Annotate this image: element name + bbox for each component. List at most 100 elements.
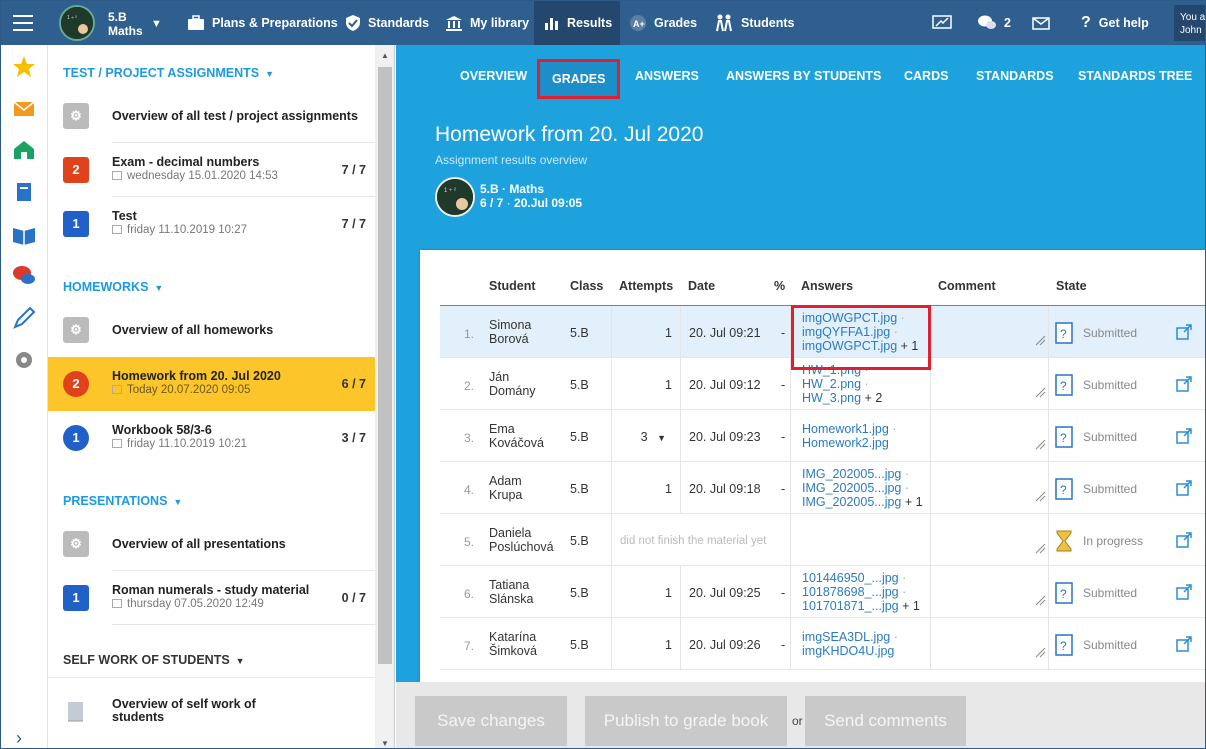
list-item[interactable]: 1 Roman numerals - study material thursd… (48, 571, 375, 625)
book-open-icon[interactable] (12, 223, 36, 247)
separator-dot: · (890, 630, 898, 644)
item-badge: 2 (63, 371, 89, 397)
answer-file-link[interactable]: HW_2.png (802, 377, 861, 391)
hamburger-menu-icon[interactable] (1, 1, 45, 45)
comment-resize-icon[interactable] (1034, 438, 1046, 450)
section-presentations[interactable]: PRESENTATIONS ▼ (63, 494, 182, 508)
answer-file-link[interactable]: imgSEA3DL.jpg (802, 630, 890, 644)
open-external-icon[interactable] (1176, 480, 1192, 496)
student-name[interactable]: Daniela Poslúchová (489, 526, 554, 554)
gear-icon[interactable] (12, 348, 36, 372)
scroll-up-icon[interactable]: ▲ (381, 51, 389, 60)
tab-standards[interactable]: STANDARDS (976, 69, 1054, 83)
notebook-icon[interactable] (12, 180, 36, 204)
nav-students[interactable]: Students (714, 1, 794, 45)
student-name[interactable]: Tatiana Slánska (489, 578, 533, 606)
comment-resize-icon[interactable] (1034, 386, 1046, 398)
overview-homeworks-item[interactable]: ⚙ Overview of all homeworks (48, 303, 375, 357)
answer-file-link[interactable]: IMG_202005...jpg (802, 467, 901, 481)
list-item[interactable]: 1 Workbook 58/3-6 friday 11.10.2019 10:2… (48, 411, 375, 465)
overview-presentations-item[interactable]: ⚙ Overview of all presentations (48, 517, 375, 571)
student-name[interactable]: Ján Domány (489, 370, 536, 398)
section-homeworks-label: HOMEWORKS (63, 280, 149, 294)
mail-button[interactable] (1032, 1, 1057, 45)
more-files-link[interactable]: + 1 (905, 495, 923, 509)
open-external-icon[interactable] (1176, 324, 1192, 340)
save-changes-button[interactable]: Save changes (415, 696, 567, 746)
table-row[interactable]: 5. Daniela Poslúchová 5.B did not finish the… (440, 514, 1205, 566)
answer-file-link[interactable]: IMG_202005...jpg (802, 481, 901, 495)
answer-file-link[interactable]: Homework2.jpg (802, 436, 889, 450)
list-item-selected[interactable]: 2 Homework from 20. Jul 2020 Today 20.07… (48, 357, 375, 411)
comment-resize-icon[interactable] (1034, 334, 1046, 346)
answer-file-link[interactable]: 101701871_...jpg (802, 599, 899, 613)
student-name[interactable]: Ema Kováčová (489, 422, 544, 450)
tab-grades[interactable]: GRADES (537, 59, 621, 99)
nav-plans[interactable]: Plans & Preparations (187, 1, 338, 45)
home-icon[interactable] (12, 138, 36, 162)
pen-icon[interactable] (12, 306, 36, 330)
student-name[interactable]: Simona Borová (489, 318, 531, 346)
tab-overview[interactable]: OVERVIEW (460, 69, 527, 83)
list-item[interactable]: 2 Exam - decimal numbers wednesday 15.01… (48, 143, 375, 197)
nav-standards[interactable]: Standards (345, 1, 429, 45)
overview-tests-item[interactable]: ⚙ Overview of all test / project assignm… (48, 89, 375, 143)
table-row[interactable]: 7. Katarína Šimková 5.B 1 20. Jul 09:26 - imgSE… (440, 618, 1205, 670)
submission-meta: 6 / 7 · 20.Jul 09:05 (480, 196, 582, 210)
comment-resize-icon[interactable] (1034, 646, 1046, 658)
table-row[interactable]: 3. Ema Kováčová 5.B 3 ▼ 20. Jul 09:23 - Homewor… (440, 410, 1205, 462)
more-files-link[interactable]: + 2 (865, 391, 883, 405)
scrollbar-thumb[interactable] (378, 67, 392, 664)
col-attempts: Attempts (619, 279, 674, 293)
tab-standards-tree[interactable]: STANDARDS TREE (1078, 69, 1192, 83)
nav-grades[interactable]: A+ Grades (629, 1, 697, 45)
nav-my-library[interactable]: My library (445, 1, 529, 45)
discussion-icon[interactable] (12, 264, 36, 288)
comment-resize-icon[interactable] (1034, 542, 1046, 554)
class-selector[interactable]: 1 ÷ ² 5.B Maths ▼ (59, 5, 169, 41)
tab-answers[interactable]: ANSWERS (635, 69, 699, 83)
nav-results[interactable]: Results (534, 1, 620, 45)
answer-file-link[interactable]: Homework1.jpg (802, 422, 889, 436)
student-name[interactable]: Katarína Šimková (489, 630, 537, 658)
scroll-down-icon[interactable]: ▼ (381, 739, 389, 748)
answer-file-link[interactable]: HW_3.png (802, 391, 861, 405)
user-menu[interactable]: You a John (1174, 5, 1205, 41)
open-external-icon[interactable] (1176, 584, 1192, 600)
get-help-button[interactable]: ? Get help (1081, 1, 1149, 45)
messages-button[interactable]: 2 (977, 1, 1011, 45)
chevron-right-icon[interactable]: › (16, 728, 22, 748)
section-self-work[interactable]: SELF WORK OF STUDENTS ▼ (63, 653, 245, 667)
table-row[interactable]: 4. Adam Krupa 5.B 1 20. Jul 09:18 - IMG_202005.… (440, 462, 1205, 514)
more-files-link[interactable]: + 1 (902, 599, 920, 613)
svg-text:A+: A+ (633, 19, 645, 29)
section-tests[interactable]: TEST / PROJECT ASSIGNMENTS ▼ (63, 66, 274, 80)
mail-icon[interactable] (12, 97, 36, 121)
publish-grade-book-button[interactable]: Publish to grade book (585, 696, 787, 746)
overview-self-work-item[interactable]: Overview of self work of students (48, 685, 375, 739)
open-external-icon[interactable] (1176, 428, 1192, 444)
answer-file-link[interactable]: IMG_202005...jpg (802, 495, 901, 509)
comment-resize-icon[interactable] (1034, 490, 1046, 502)
tab-answers-by-students[interactable]: ANSWERS BY STUDENTS (726, 69, 881, 83)
send-comments-button[interactable]: Send comments (805, 696, 966, 746)
table-row[interactable]: 6. Tatiana Slánska 5.B 1 20. Jul 09:25 - 101446… (440, 566, 1205, 618)
open-external-icon[interactable] (1176, 532, 1192, 548)
open-external-icon[interactable] (1176, 636, 1192, 652)
svg-text:?: ? (1060, 327, 1067, 341)
section-homeworks[interactable]: HOMEWORKS ▼ (63, 280, 163, 294)
answer-file-link[interactable]: 101446950_...jpg (802, 571, 899, 585)
tab-cards[interactable]: CARDS (904, 69, 948, 83)
star-icon[interactable] (12, 55, 36, 79)
comment-resize-icon[interactable] (1034, 594, 1046, 606)
open-external-icon[interactable] (1176, 376, 1192, 392)
presentation-mode-button[interactable] (932, 1, 959, 45)
answer-file-link[interactable]: 101878698_...jpg (802, 585, 899, 599)
attempts-dropdown[interactable]: 3 ▼ (612, 430, 666, 444)
student-name[interactable]: Adam Krupa (489, 474, 522, 502)
list-item[interactable]: 1 Test friday 11.10.2019 10:27 7 / 7 (48, 197, 375, 251)
nav-grades-label: Grades (654, 16, 698, 30)
or-label: or (792, 714, 803, 728)
left-panel-scrollbar[interactable]: ▲ ▼ (375, 45, 395, 748)
answer-file-link[interactable]: imgKHDO4U.jpg (802, 644, 894, 658)
